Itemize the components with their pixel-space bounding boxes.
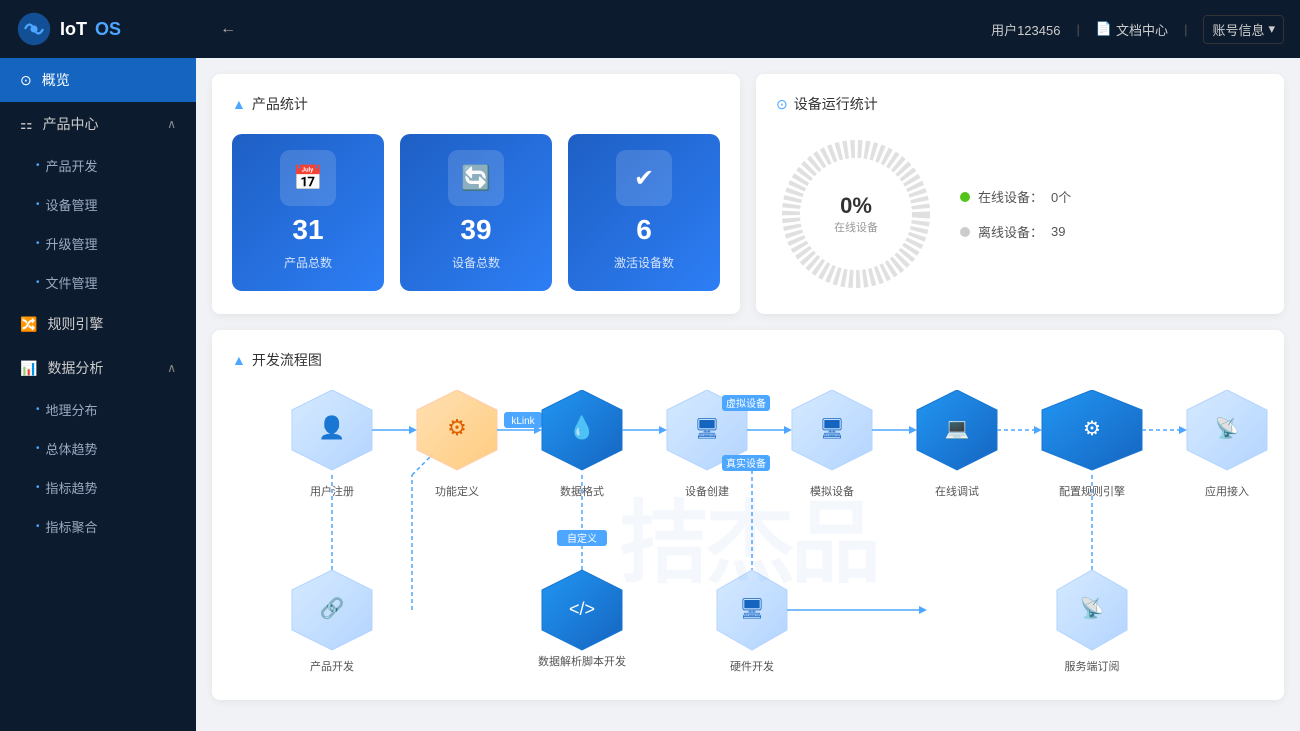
product-stats-title: ▲ 产品统计 (232, 94, 720, 114)
device-stats-content: 0% 在线设备 在线设备： 0个 离线设备： 39 (776, 134, 1264, 294)
stats-row: 📅 31 产品总数 🔄 39 设备总数 ✔ 6 激活设备数 (232, 134, 720, 291)
divider2: | (1184, 22, 1187, 37)
svg-text:💻: 💻 (945, 418, 970, 440)
device-stats-title: ⊙ 设备运行统计 (776, 94, 1264, 114)
products-count: 31 (292, 214, 323, 246)
rule-icon: 🔀 (20, 316, 37, 333)
svg-text:</>: </> (569, 599, 595, 619)
stat-card-activated: ✔ 6 激活设备数 (568, 134, 720, 291)
svg-text:⚙: ⚙ (447, 415, 467, 440)
offline-count: 39 (1051, 224, 1065, 239)
donut-center: 0% 在线设备 (834, 193, 878, 235)
home-icon: ⊙ (20, 72, 32, 89)
flow-chart-card: ▲ 开发流程图 拮杰品 👤 用户注册 (212, 330, 1284, 700)
logo: IoT OS (16, 11, 212, 47)
sidebar-item-rule-engine[interactable]: 🔀 规则引擎 (0, 302, 196, 346)
sidebar-item-file-mgmt[interactable]: 文件管理 (0, 263, 196, 302)
svg-text:🖥: 🖥 (739, 598, 764, 620)
flow-chart-icon: ▲ (232, 352, 246, 368)
sidebar-section-product[interactable]: ⚏ 产品中心 ∧ (0, 102, 196, 146)
svg-text:kLink: kLink (511, 416, 535, 427)
products-icon: 📅 (280, 150, 336, 206)
activated-label: 激活设备数 (614, 254, 674, 271)
device-legend: 在线设备： 0个 离线设备： 39 (960, 187, 1071, 241)
user-id: 用户123456 (991, 20, 1060, 39)
devices-label: 设备总数 (452, 254, 500, 271)
sidebar-item-product-dev[interactable]: 产品开发 (0, 146, 196, 185)
sidebar: ⊙ 概览 ⚏ 产品中心 ∧ 产品开发 设备管理 升级管理 文件管理 🔀 规则引擎 (0, 58, 196, 731)
device-stats-icon: ⊙ (776, 96, 788, 113)
flow-svg: 👤 用户注册 🔗 产品开发 ⚙ 功能定义 (232, 390, 1282, 680)
svg-text:虚拟设备: 虚拟设备 (726, 397, 766, 410)
svg-text:🖥: 🖥 (694, 418, 719, 440)
sidebar-item-trend[interactable]: 总体趋势 (0, 429, 196, 468)
svg-text:应用接入: 应用接入 (1205, 484, 1249, 498)
sidebar-item-metric-trend[interactable]: 指标趋势 (0, 468, 196, 507)
grid-icon: ⚏ (20, 116, 33, 133)
online-dot (960, 192, 970, 202)
svg-text:模拟设备: 模拟设备 (810, 484, 854, 498)
devices-icon: 🔄 (448, 150, 504, 206)
svg-text:⚙: ⚙ (1083, 418, 1101, 440)
svg-text:👤: 👤 (318, 415, 345, 440)
activated-icon: ✔ (616, 150, 672, 206)
doc-center-link[interactable]: 📄 文档中心 (1096, 20, 1168, 39)
chevron-up-icon2: ∧ (167, 361, 176, 375)
topbar: IoT OS ← 用户123456 | 📄 文档中心 | 账号信息 ▾ (0, 0, 1300, 58)
offline-legend: 离线设备： 39 (960, 222, 1071, 241)
chart-icon: 📊 (20, 360, 37, 377)
offline-dot (960, 227, 970, 237)
donut-chart: 0% 在线设备 (776, 134, 936, 294)
stat-card-devices: 🔄 39 设备总数 (400, 134, 552, 291)
svg-text:🔗: 🔗 (320, 596, 345, 620)
sidebar-item-metric-agg[interactable]: 指标聚合 (0, 507, 196, 546)
svg-text:自定义: 自定义 (567, 532, 597, 545)
devices-count: 39 (460, 214, 491, 246)
product-stats-icon: ▲ (232, 96, 246, 112)
online-sublabel: 在线设备 (834, 219, 878, 235)
svg-text:📡: 📡 (1215, 415, 1240, 440)
svg-text:产品开发: 产品开发 (310, 659, 354, 673)
content-area: ▲ 产品统计 📅 31 产品总数 🔄 39 设备总数 (196, 58, 1300, 731)
logo-os-text: OS (95, 19, 121, 40)
chevron-down-icon: ▾ (1268, 21, 1275, 37)
main-layout: ⊙ 概览 ⚏ 产品中心 ∧ 产品开发 设备管理 升级管理 文件管理 🔀 规则引擎 (0, 58, 1300, 731)
topbar-right: 用户123456 | 📄 文档中心 | 账号信息 ▾ (991, 15, 1284, 44)
svg-text:🖥: 🖥 (819, 418, 844, 440)
products-label: 产品总数 (284, 254, 332, 271)
logo-iot-text: IoT (60, 19, 87, 40)
svg-text:服务端订阅: 服务端订阅 (1065, 660, 1120, 673)
online-percent: 0% (834, 193, 878, 219)
flow-chart-title: ▲ 开发流程图 (232, 350, 1264, 370)
svg-text:真实设备: 真实设备 (726, 457, 766, 470)
top-stats-grid: ▲ 产品统计 📅 31 产品总数 🔄 39 设备总数 (212, 74, 1284, 314)
sidebar-item-upgrade-mgmt[interactable]: 升级管理 (0, 224, 196, 263)
device-stats-card: ⊙ 设备运行统计 0% 在线设备 (756, 74, 1284, 314)
svg-text:📡: 📡 (1080, 595, 1105, 620)
back-button[interactable]: ← (220, 20, 236, 38)
sidebar-item-geo[interactable]: 地理分布 (0, 390, 196, 429)
chevron-up-icon: ∧ (167, 117, 176, 131)
online-legend: 在线设备： 0个 (960, 187, 1071, 206)
product-stats-card: ▲ 产品统计 📅 31 产品总数 🔄 39 设备总数 (212, 74, 740, 314)
divider: | (1076, 22, 1079, 37)
svg-text:设备创建: 设备创建 (685, 484, 729, 498)
flow-diagram-wrapper: 拮杰品 👤 用户注册 🔗 产品开发 (232, 390, 1264, 680)
account-menu[interactable]: 账号信息 ▾ (1203, 15, 1284, 44)
sidebar-item-device-mgmt[interactable]: 设备管理 (0, 185, 196, 224)
book-icon: 📄 (1096, 21, 1112, 37)
svg-text:硬件开发: 硬件开发 (730, 659, 774, 673)
svg-text:在线调试: 在线调试 (935, 484, 979, 498)
svg-text:💧: 💧 (568, 415, 595, 440)
sidebar-section-data[interactable]: 📊 数据分析 ∧ (0, 346, 196, 390)
sidebar-item-overview[interactable]: ⊙ 概览 (0, 58, 196, 102)
activated-count: 6 (636, 214, 652, 246)
svg-text:功能定义: 功能定义 (435, 484, 479, 498)
online-count: 0个 (1051, 187, 1071, 206)
stat-card-products: 📅 31 产品总数 (232, 134, 384, 291)
svg-text:数据解析脚本开发: 数据解析脚本开发 (538, 654, 626, 668)
